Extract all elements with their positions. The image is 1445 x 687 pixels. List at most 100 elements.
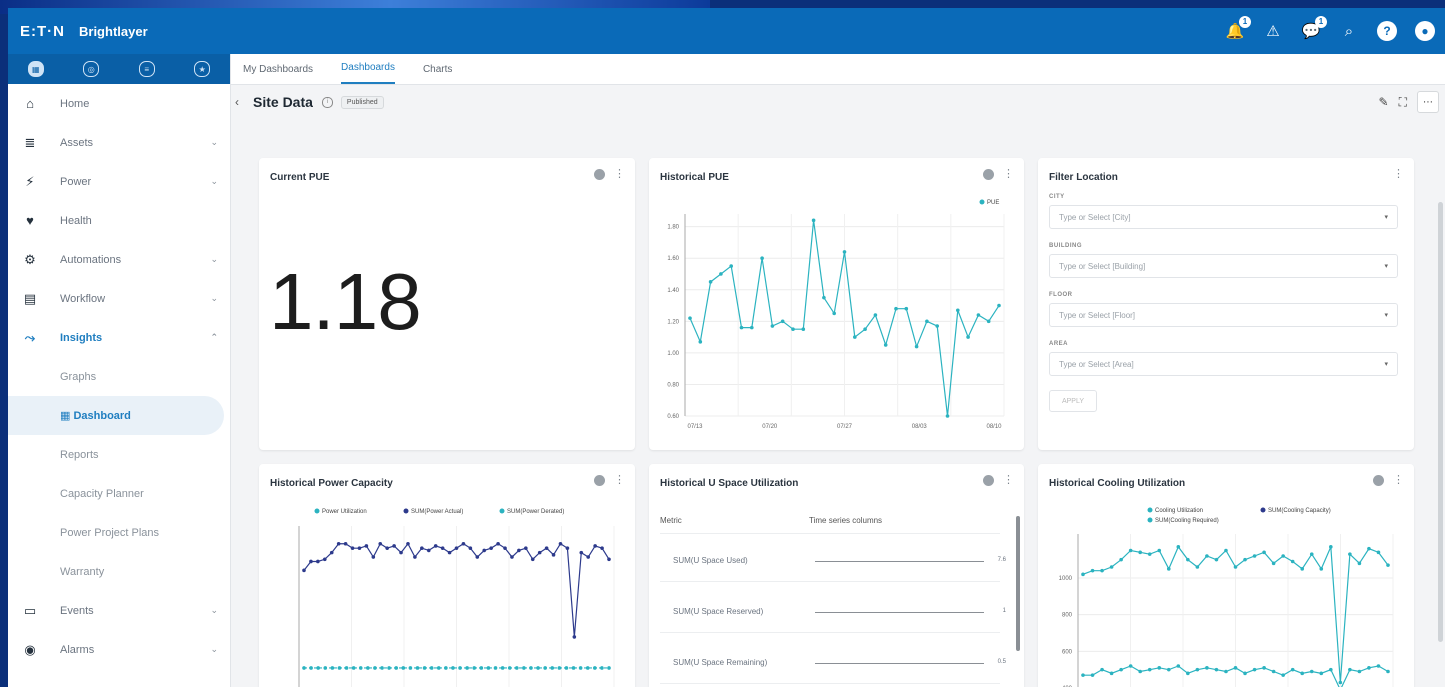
sidebar-subitem-capacity-planner[interactable]: Capacity Planner (8, 474, 230, 513)
dropdown-arrow-icon[interactable]: ▾ (1384, 262, 1388, 270)
more-options-icon[interactable]: ⋯ (1417, 91, 1439, 113)
data-point[interactable] (1224, 669, 1228, 674)
data-point[interactable] (1224, 548, 1228, 553)
card-menu-icon[interactable]: ⋮ (614, 169, 625, 180)
legend-label[interactable]: SUM(Cooling Required) (1155, 518, 1219, 524)
card-info-icon[interactable] (594, 169, 605, 180)
data-point[interactable] (510, 555, 514, 559)
data-point[interactable] (461, 541, 466, 546)
data-point[interactable] (1348, 667, 1352, 672)
data-point[interactable] (1376, 550, 1381, 555)
data-point[interactable] (1243, 671, 1247, 676)
data-point[interactable] (1090, 673, 1095, 677)
data-point[interactable] (1128, 548, 1133, 553)
data-point[interactable] (863, 327, 867, 332)
data-point[interactable] (482, 548, 487, 553)
sidebar-item-insights[interactable]: ⤳ Insights ⌃ (8, 318, 230, 357)
data-point[interactable] (558, 541, 563, 546)
data-point[interactable] (373, 666, 377, 670)
data-point[interactable] (322, 557, 327, 562)
data-point[interactable] (578, 666, 583, 670)
legend-label[interactable]: Cooling Utilization (1155, 508, 1203, 514)
data-point[interactable] (529, 666, 533, 670)
data-point[interactable] (350, 546, 355, 550)
data-point[interactable] (1186, 557, 1190, 562)
data-point[interactable] (1367, 666, 1371, 670)
data-point[interactable] (444, 666, 448, 670)
data-point[interactable] (1376, 664, 1381, 668)
data-point[interactable] (433, 544, 438, 548)
data-point[interactable] (1233, 666, 1238, 670)
data-point[interactable] (406, 541, 410, 546)
data-point[interactable] (387, 666, 391, 670)
data-point[interactable] (1357, 669, 1362, 674)
data-point[interactable] (465, 666, 469, 670)
data-point[interactable] (1290, 559, 1295, 564)
data-point[interactable] (1300, 567, 1305, 571)
data-point[interactable] (371, 555, 376, 559)
data-point[interactable] (842, 250, 847, 254)
data-point[interactable] (708, 280, 713, 284)
data-point[interactable] (1138, 550, 1142, 555)
data-point[interactable] (1138, 669, 1142, 674)
data-point[interactable] (440, 546, 445, 550)
tab-charts[interactable]: Charts (423, 64, 466, 84)
data-point[interactable] (337, 666, 342, 670)
data-point[interactable] (1329, 667, 1333, 672)
data-point[interactable] (364, 544, 369, 548)
data-point[interactable] (760, 256, 764, 260)
data-point[interactable] (750, 325, 754, 330)
chevron-icon[interactable]: ⌄ (210, 137, 218, 148)
data-point[interactable] (822, 295, 826, 300)
data-point[interactable] (496, 541, 500, 546)
data-point[interactable] (564, 666, 569, 670)
table-scrollbar[interactable] (1016, 516, 1020, 651)
data-point[interactable] (413, 555, 417, 559)
data-point[interactable] (1319, 671, 1324, 676)
data-point[interactable] (593, 666, 597, 670)
data-point[interactable] (316, 666, 320, 670)
data-point[interactable] (329, 550, 334, 555)
data-point[interactable] (514, 666, 519, 670)
data-point[interactable] (1386, 669, 1390, 674)
card-menu-icon[interactable]: ⋮ (1393, 169, 1404, 180)
data-point[interactable] (593, 544, 597, 548)
data-point[interactable] (429, 666, 434, 670)
data-point[interactable] (524, 546, 528, 550)
data-point[interactable] (1100, 568, 1104, 573)
data-point[interactable] (309, 666, 313, 670)
data-point[interactable] (579, 550, 584, 555)
data-point[interactable] (399, 550, 403, 555)
sidebar-tab-grid-icon[interactable]: ▦ (27, 61, 44, 77)
data-point[interactable] (600, 546, 604, 550)
data-point[interactable] (966, 335, 970, 339)
data-point[interactable] (1166, 667, 1171, 672)
data-point[interactable] (1147, 552, 1152, 556)
filter-select-area[interactable]: Type or Select [Area] ▾ (1049, 352, 1398, 376)
chevron-icon[interactable]: ⌄ (210, 254, 218, 265)
data-point[interactable] (1109, 565, 1114, 569)
column-header-time-series[interactable]: Time series columns (809, 516, 882, 525)
data-point[interactable] (853, 335, 857, 339)
data-point[interactable] (401, 666, 406, 670)
data-point[interactable] (1119, 557, 1123, 562)
sidebar-subitem-power-project-plans[interactable]: Power Project Plans (8, 513, 230, 552)
filter-select-floor[interactable]: Type or Select [Floor] ▾ (1049, 303, 1398, 327)
legend-label[interactable]: SUM(Power Derated) (507, 509, 564, 515)
data-point[interactable] (1367, 546, 1371, 551)
edit-icon[interactable]: ✎ (1379, 95, 1389, 109)
help-icon[interactable]: ? (1377, 21, 1397, 41)
data-point[interactable] (530, 557, 535, 562)
data-point[interactable] (537, 550, 542, 555)
data-point[interactable] (600, 666, 604, 670)
sidebar-item-home[interactable]: ⌂ Home (8, 84, 230, 123)
data-point[interactable] (493, 666, 498, 670)
sidebar-item-health[interactable]: ♥ Health (8, 201, 230, 240)
sidebar-tab-globe-icon[interactable]: ◎ (83, 61, 100, 77)
data-point[interactable] (1157, 548, 1162, 553)
data-point[interactable] (468, 546, 473, 550)
chevron-icon[interactable]: ⌄ (210, 605, 218, 616)
sidebar-tab-star-icon[interactable]: ★ (194, 61, 211, 77)
dropdown-arrow-icon[interactable]: ▾ (1384, 360, 1388, 368)
filter-select-city[interactable]: Type or Select [City] ▾ (1049, 205, 1398, 229)
